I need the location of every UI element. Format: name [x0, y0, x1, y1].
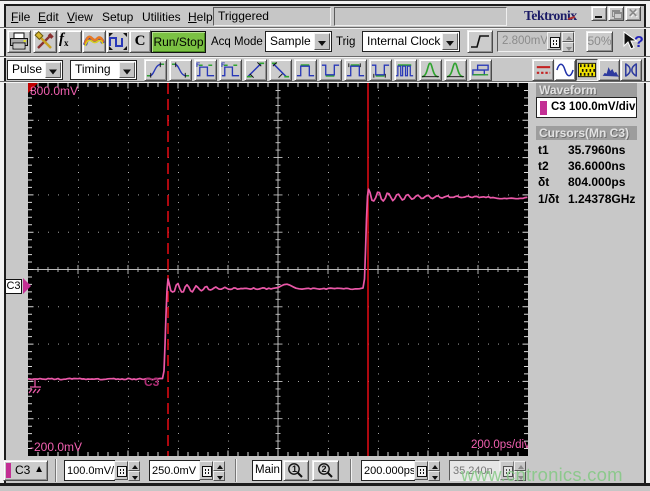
- svg-text:F: F: [196, 62, 200, 69]
- svg-text:1: 1: [292, 464, 297, 474]
- svg-text:F: F: [221, 62, 225, 69]
- svg-text:C3: C3: [144, 375, 160, 389]
- svg-text:?: ?: [634, 34, 644, 51]
- svg-text:200.0ps/div: 200.0ps/div: [471, 439, 528, 451]
- svg-text:800.0mV: 800.0mV: [30, 84, 78, 98]
- svg-text:-200.0mV: -200.0mV: [30, 440, 82, 454]
- svg-text:2: 2: [322, 464, 327, 474]
